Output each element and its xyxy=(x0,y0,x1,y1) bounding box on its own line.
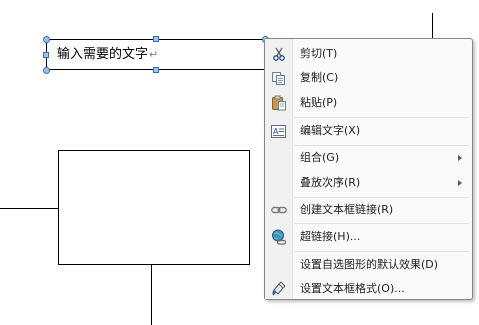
connector-line-bottom xyxy=(151,265,152,325)
submenu-arrow-icon xyxy=(458,180,462,186)
menu-separator xyxy=(295,251,469,252)
text-box-text: 输入需要的文字 xyxy=(57,47,149,62)
svg-text:A: A xyxy=(273,127,279,136)
menu-label-paste: 粘贴(P) xyxy=(300,96,338,109)
menu-item-hyperlink[interactable]: 超链接(H)... xyxy=(266,225,471,249)
scissors-icon xyxy=(270,46,287,62)
text-box-content[interactable]: 输入需要的文字↵ xyxy=(57,46,158,63)
resize-handle-bottom-middle[interactable] xyxy=(153,67,159,73)
menu-item-create-textbox-link[interactable]: 创建文本框链接(R) xyxy=(266,198,471,222)
menu-item-group[interactable]: 组合(G) xyxy=(266,146,471,170)
menu-label-copy: 复制(C) xyxy=(300,71,339,84)
menu-item-edit-text[interactable]: A 编辑文字(X) xyxy=(266,119,471,143)
connector-line-top-right xyxy=(432,13,433,39)
hyperlink-globe-icon xyxy=(270,229,287,245)
resize-handle-top-left[interactable] xyxy=(43,36,50,43)
menu-item-paste[interactable]: 粘贴(P) xyxy=(266,91,471,115)
menu-item-set-default-effect[interactable]: 设置自选图形的默认效果(D) xyxy=(266,253,471,277)
menu-label-format-textbox: 设置文本框格式(O)... xyxy=(300,282,405,295)
menu-label-create-textbox-link: 创建文本框链接(R) xyxy=(300,203,394,216)
copy-icon xyxy=(270,70,287,86)
menu-separator xyxy=(295,117,469,118)
menu-item-copy[interactable]: 复制(C) xyxy=(266,66,471,90)
resize-handle-top-middle[interactable] xyxy=(153,36,159,42)
format-paint-icon xyxy=(270,281,287,297)
resize-handle-middle-left[interactable] xyxy=(43,52,49,58)
paragraph-mark-icon: ↵ xyxy=(149,48,159,61)
menu-label-cut: 剪切(T) xyxy=(300,47,338,60)
paste-icon xyxy=(270,95,287,111)
menu-item-format-textbox[interactable]: 设置文本框格式(O)... xyxy=(266,277,471,301)
menu-item-cut[interactable]: 剪切(T) xyxy=(266,42,471,66)
menu-label-group: 组合(G) xyxy=(300,151,340,164)
submenu-arrow-icon xyxy=(458,155,462,161)
menu-label-order: 叠放次序(R) xyxy=(300,176,361,189)
edit-text-icon: A xyxy=(270,123,287,139)
context-menu: 剪切(T) 复制(C) 粘贴(P) A 编辑文字(X) 组合(G) 叠放次序(R… xyxy=(264,38,473,300)
menu-label-set-default-effect: 设置自选图形的默认效果(D) xyxy=(300,258,439,271)
menu-item-order[interactable]: 叠放次序(R) xyxy=(266,171,471,195)
rectangle-shape[interactable] xyxy=(58,150,250,265)
menu-label-hyperlink: 超链接(H)... xyxy=(300,230,361,243)
menu-separator xyxy=(295,223,469,224)
text-box-selected[interactable]: 输入需要的文字↵ xyxy=(46,39,266,70)
chain-link-icon xyxy=(270,202,287,218)
menu-label-edit-text: 编辑文字(X) xyxy=(300,124,361,137)
connector-line-left xyxy=(0,208,58,209)
resize-handle-bottom-left[interactable] xyxy=(43,67,50,74)
